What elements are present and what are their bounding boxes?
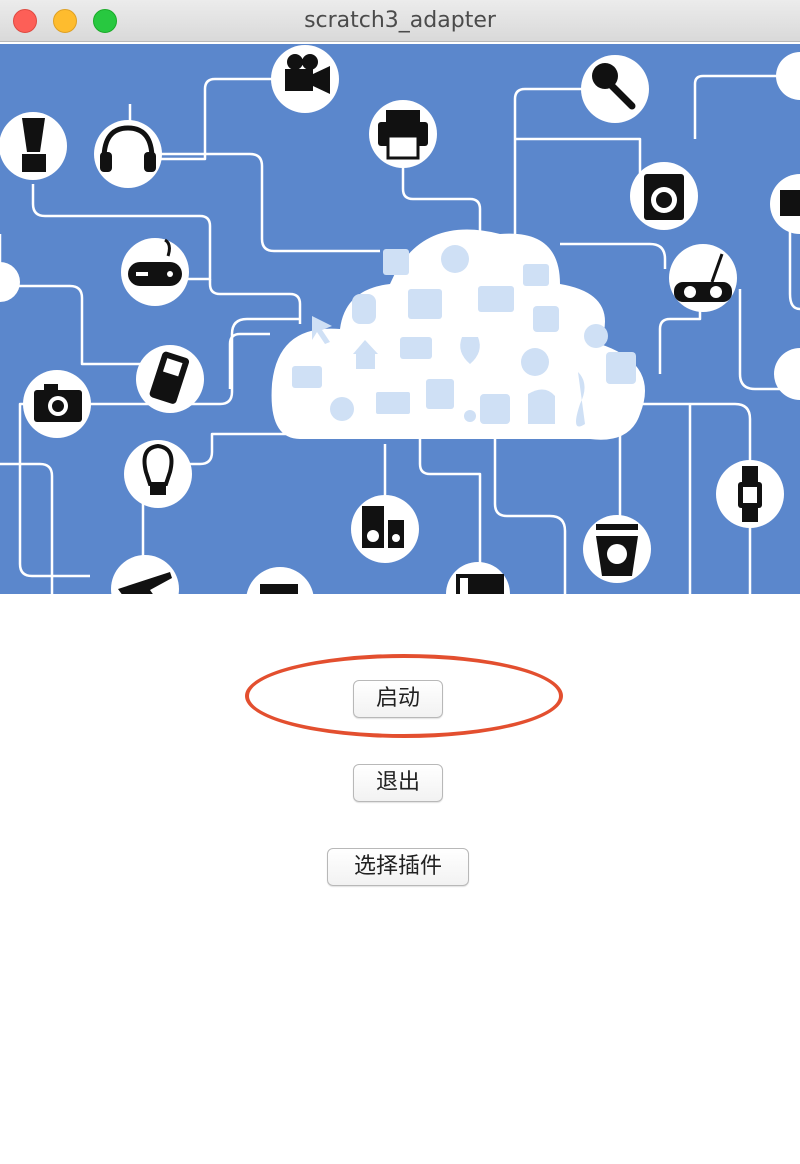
radio-icon xyxy=(669,244,737,312)
select-plugin-button[interactable]: 选择插件 xyxy=(327,848,469,886)
gamepad-icon xyxy=(121,238,189,306)
start-button[interactable]: 启动 xyxy=(353,680,443,718)
title-bar[interactable]: scratch3_adapter xyxy=(0,0,800,42)
iot-banner-image xyxy=(0,44,800,594)
microphone-icon xyxy=(581,55,649,123)
kitchen-scale-icon xyxy=(583,515,651,583)
watch-icon xyxy=(716,460,784,528)
washing-machine-icon xyxy=(630,162,698,230)
camera-icon xyxy=(23,370,91,438)
headset-icon xyxy=(94,120,162,188)
blender-icon xyxy=(0,112,67,180)
printer-icon xyxy=(369,100,437,168)
camcorder-icon xyxy=(271,45,339,113)
exit-button[interactable]: 退出 xyxy=(353,764,443,802)
mobile-phone-icon xyxy=(136,345,204,413)
window-title: scratch3_adapter xyxy=(304,8,496,33)
speaker-icon xyxy=(351,495,419,563)
app-window: scratch3_adapter 启动 退出 选择插件 xyxy=(0,0,800,1164)
light-bulb-icon xyxy=(124,440,192,508)
